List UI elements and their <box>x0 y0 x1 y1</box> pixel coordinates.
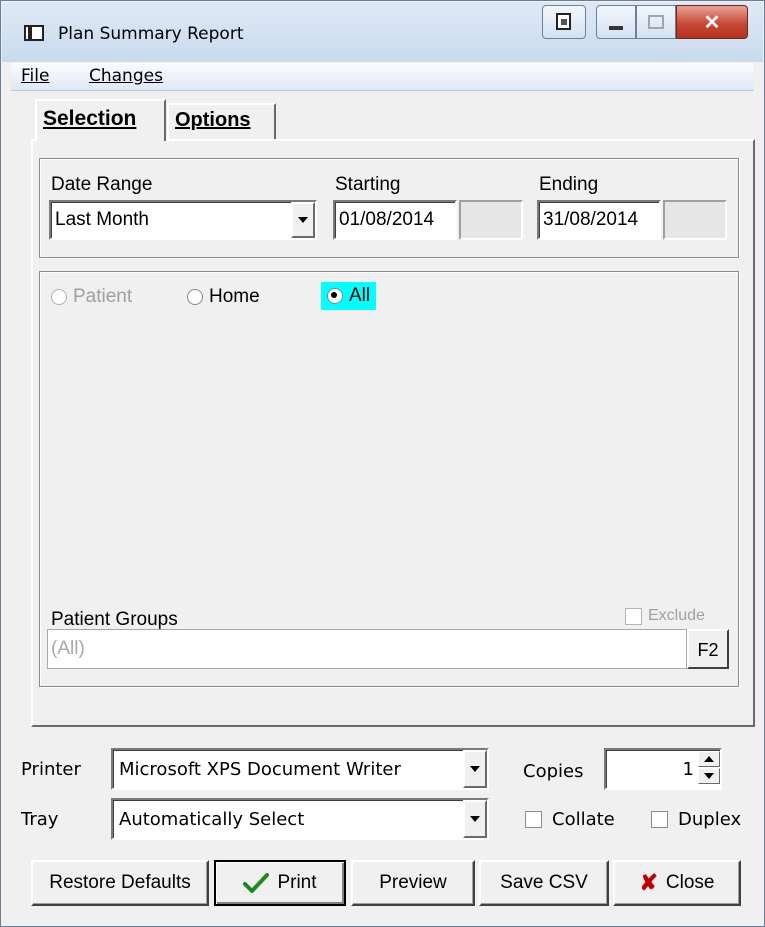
ending-date-value: 31/08/2014 <box>543 209 639 230</box>
chevron-down-icon <box>298 217 308 223</box>
menu-file-label: File <box>21 66 50 86</box>
starting-date-value: 01/08/2014 <box>339 209 435 230</box>
switch-window-button[interactable] <box>542 5 586 39</box>
printer-select[interactable]: Microsoft XPS Document Writer <box>111 748 489 790</box>
radio-all-label: All <box>349 285 371 306</box>
tab-options[interactable]: Options <box>167 103 276 139</box>
radio-home-label: Home <box>209 286 260 307</box>
starting-date-input[interactable]: 01/08/2014 <box>333 200 457 240</box>
print-button[interactable]: Print <box>214 860 346 906</box>
minimize-icon <box>609 26 623 30</box>
menu-changes[interactable]: Changes <box>89 66 163 86</box>
date-range-select[interactable]: Last Month <box>49 200 317 240</box>
patient-groups-input[interactable]: (All) <box>47 629 687 669</box>
printer-value: Microsoft XPS Document Writer <box>119 759 401 780</box>
chevron-down-icon <box>704 773 714 779</box>
menu-file[interactable]: File <box>21 66 49 86</box>
patient-groups-lookup-button[interactable]: F2 <box>687 629 729 669</box>
save-csv-button[interactable]: Save CSV <box>479 860 609 906</box>
preview-label: Preview <box>379 872 447 893</box>
date-range-dropdown-button[interactable] <box>291 202 315 238</box>
date-range-value: Last Month <box>55 209 149 230</box>
lookup-button-label: F2 <box>697 640 719 660</box>
starting-date-extra <box>459 200 523 240</box>
ending-date-input[interactable]: 31/08/2014 <box>537 200 661 240</box>
app-window-icon <box>24 25 44 41</box>
duplex-label: Duplex <box>678 809 742 830</box>
tray-select[interactable]: Automatically Select <box>111 798 489 840</box>
duplex-checkbox[interactable]: Duplex <box>651 809 741 830</box>
report-window: Plan Summary Report ✕ File Changes Selec… <box>0 0 765 927</box>
tab-selection[interactable]: Selection <box>35 99 166 141</box>
exclude-checkbox[interactable]: Exclude <box>625 607 705 625</box>
restore-defaults-label: Restore Defaults <box>49 872 191 893</box>
maximize-icon <box>648 15 664 29</box>
date-range-label: Date Range <box>51 174 153 195</box>
restore-defaults-button[interactable]: Restore Defaults <box>31 860 209 906</box>
exclude-label: Exclude <box>648 607 705 624</box>
collate-checkbox[interactable]: Collate <box>525 809 615 830</box>
tray-value: Automatically Select <box>119 809 305 830</box>
copies-decrement-button[interactable] <box>698 768 720 784</box>
printer-dropdown-button[interactable] <box>463 750 487 788</box>
collate-checkbox-box <box>525 811 542 828</box>
copies-increment-button[interactable] <box>698 751 720 767</box>
preview-button[interactable]: Preview <box>351 860 475 906</box>
radio-patient-label: Patient <box>73 286 133 307</box>
patient-groups-value: (All) <box>51 638 85 659</box>
ending-label: Ending <box>539 174 599 195</box>
radio-patient-circle <box>51 289 67 305</box>
radio-home-circle <box>187 289 203 305</box>
copies-label: Copies <box>523 761 584 782</box>
checkmark-icon <box>243 873 270 893</box>
menu-bar: File Changes <box>11 63 754 91</box>
window-title: Plan Summary Report <box>58 24 244 44</box>
restore-window-icon <box>556 13 571 30</box>
save-csv-label: Save CSV <box>500 872 588 893</box>
exclude-checkbox-box <box>625 607 642 625</box>
close-button[interactable]: ✘ Close <box>613 860 741 906</box>
radio-all[interactable]: All <box>321 282 377 310</box>
ending-date-extra <box>663 200 727 240</box>
close-icon: ✕ <box>703 11 721 34</box>
tray-dropdown-button[interactable] <box>463 800 487 838</box>
copies-value: 1 <box>682 759 694 780</box>
collate-label: Collate <box>552 809 615 830</box>
patient-groups-label: Patient Groups <box>51 609 178 630</box>
close-label: Close <box>665 872 715 893</box>
chevron-down-icon <box>470 766 480 772</box>
print-label: Print <box>277 872 317 893</box>
menu-changes-label: Changes <box>89 66 163 86</box>
radio-patient[interactable]: Patient <box>51 286 132 308</box>
radio-all-circle <box>327 288 343 304</box>
tab-options-label: Options <box>175 109 251 131</box>
radio-home[interactable]: Home <box>187 286 260 308</box>
close-window-button[interactable]: ✕ <box>676 5 748 39</box>
starting-label: Starting <box>335 174 401 195</box>
duplex-checkbox-box <box>651 811 668 828</box>
printer-label: Printer <box>21 759 81 780</box>
tray-label: Tray <box>21 809 59 830</box>
minimize-button[interactable] <box>596 5 636 39</box>
maximize-button[interactable] <box>636 5 676 39</box>
chevron-down-icon <box>470 816 480 822</box>
title-bar[interactable]: Plan Summary Report ✕ <box>2 2 763 62</box>
chevron-up-icon <box>704 756 714 762</box>
close-x-icon: ✘ <box>639 870 658 895</box>
tab-selection-label: Selection <box>43 107 137 130</box>
